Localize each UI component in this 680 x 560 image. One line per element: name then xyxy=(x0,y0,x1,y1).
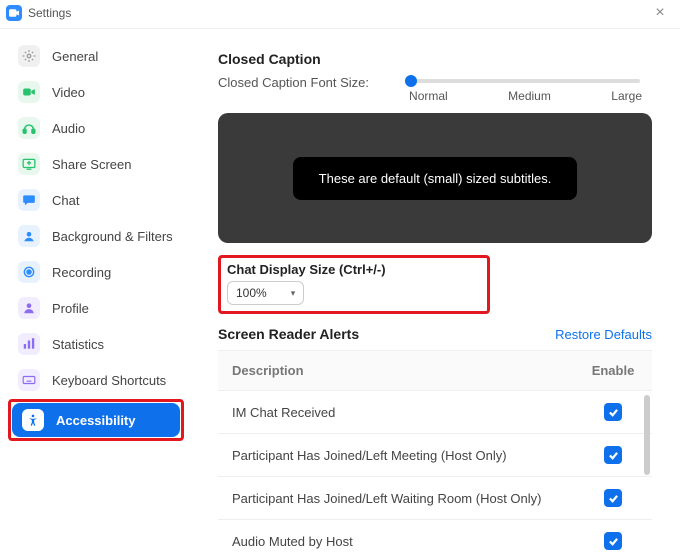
chat-display-size-select[interactable]: 100% ▾ xyxy=(227,281,304,305)
sidebar-item-chat[interactable]: Chat xyxy=(8,183,184,217)
closed-caption-heading: Closed Caption xyxy=(218,51,652,67)
sidebar-item-label: Background & Filters xyxy=(52,229,173,244)
alert-description: Participant Has Joined/Left Waiting Room… xyxy=(232,491,541,506)
enable-checkbox[interactable] xyxy=(604,489,622,507)
sidebar-item-label: Accessibility xyxy=(56,413,136,428)
sidebar-item-statistics[interactable]: Statistics xyxy=(8,327,184,361)
recording-icon xyxy=(18,261,40,283)
statistics-icon xyxy=(18,333,40,355)
table-row: Participant Has Joined/Left Waiting Room… xyxy=(218,477,652,520)
sidebar-item-label: General xyxy=(52,49,98,64)
background-icon xyxy=(18,225,40,247)
sidebar-item-background-filters[interactable]: Background & Filters xyxy=(8,219,184,253)
audio-icon xyxy=(18,117,40,139)
main-panel: Closed Caption Closed Caption Font Size:… xyxy=(188,29,680,560)
sidebar-item-video[interactable]: Video xyxy=(8,75,184,109)
font-size-slider[interactable] xyxy=(411,79,640,83)
gear-icon xyxy=(18,45,40,67)
sidebar-item-label: Share Screen xyxy=(52,157,132,172)
sidebar: General Video Audio Share Screen xyxy=(0,29,188,560)
slider-tick-normal: Normal xyxy=(409,89,448,103)
enable-checkbox[interactable] xyxy=(604,403,622,421)
titlebar: Settings × xyxy=(0,0,680,29)
table-row: Participant Has Joined/Left Meeting (Hos… xyxy=(218,434,652,477)
sidebar-item-audio[interactable]: Audio xyxy=(8,111,184,145)
sidebar-item-label: Audio xyxy=(52,121,85,136)
sidebar-item-profile[interactable]: Profile xyxy=(8,291,184,325)
screen-reader-table: Description Enable IM Chat Received Part… xyxy=(218,350,652,560)
sidebar-item-label: Statistics xyxy=(52,337,104,352)
enable-checkbox[interactable] xyxy=(604,446,622,464)
col-enable: Enable xyxy=(588,363,638,378)
sidebar-item-label: Keyboard Shortcuts xyxy=(52,373,166,388)
highlight-box-sidebar: Accessibility xyxy=(8,399,184,441)
table-header: Description Enable xyxy=(218,351,652,391)
chat-display-size-value: 100% xyxy=(236,286,267,300)
sidebar-item-share-screen[interactable]: Share Screen xyxy=(8,147,184,181)
profile-icon xyxy=(18,297,40,319)
alert-description: IM Chat Received xyxy=(232,405,335,420)
sidebar-item-label: Profile xyxy=(52,301,89,316)
table-row: Audio Muted by Host xyxy=(218,520,652,560)
sidebar-item-general[interactable]: General xyxy=(8,39,184,73)
sidebar-item-recording[interactable]: Recording xyxy=(8,255,184,289)
app-icon xyxy=(6,5,22,21)
chevron-down-icon: ▾ xyxy=(291,288,296,299)
close-icon[interactable]: × xyxy=(650,4,670,22)
slider-thumb[interactable] xyxy=(405,75,417,87)
alert-description: Participant Has Joined/Left Meeting (Hos… xyxy=(232,448,507,463)
sidebar-item-label: Recording xyxy=(52,265,111,280)
table-row: IM Chat Received xyxy=(218,391,652,434)
sidebar-item-label: Chat xyxy=(52,193,79,208)
share-screen-icon xyxy=(18,153,40,175)
caption-preview-text: These are default (small) sized subtitle… xyxy=(293,157,578,200)
font-size-label: Closed Caption Font Size: xyxy=(218,73,369,90)
slider-tick-large: Large xyxy=(611,89,642,103)
sidebar-item-label: Video xyxy=(52,85,85,100)
highlight-box-chat-display: Chat Display Size (Ctrl+/-) 100% ▾ xyxy=(218,255,490,314)
window-title: Settings xyxy=(28,6,71,20)
scrollbar-thumb[interactable] xyxy=(644,395,650,475)
caption-preview: These are default (small) sized subtitle… xyxy=(218,113,652,243)
col-description: Description xyxy=(232,363,304,378)
screen-reader-heading: Screen Reader Alerts xyxy=(218,326,359,342)
restore-defaults-link[interactable]: Restore Defaults xyxy=(555,327,652,342)
accessibility-icon xyxy=(22,409,44,431)
slider-tick-medium: Medium xyxy=(508,89,551,103)
chat-icon xyxy=(18,189,40,211)
enable-checkbox[interactable] xyxy=(604,532,622,550)
chat-display-heading: Chat Display Size (Ctrl+/-) xyxy=(227,262,481,277)
keyboard-icon xyxy=(18,369,40,391)
sidebar-item-keyboard-shortcuts[interactable]: Keyboard Shortcuts xyxy=(8,363,184,397)
alert-description: Audio Muted by Host xyxy=(232,534,353,549)
video-icon xyxy=(18,81,40,103)
sidebar-item-accessibility[interactable]: Accessibility xyxy=(12,403,180,437)
